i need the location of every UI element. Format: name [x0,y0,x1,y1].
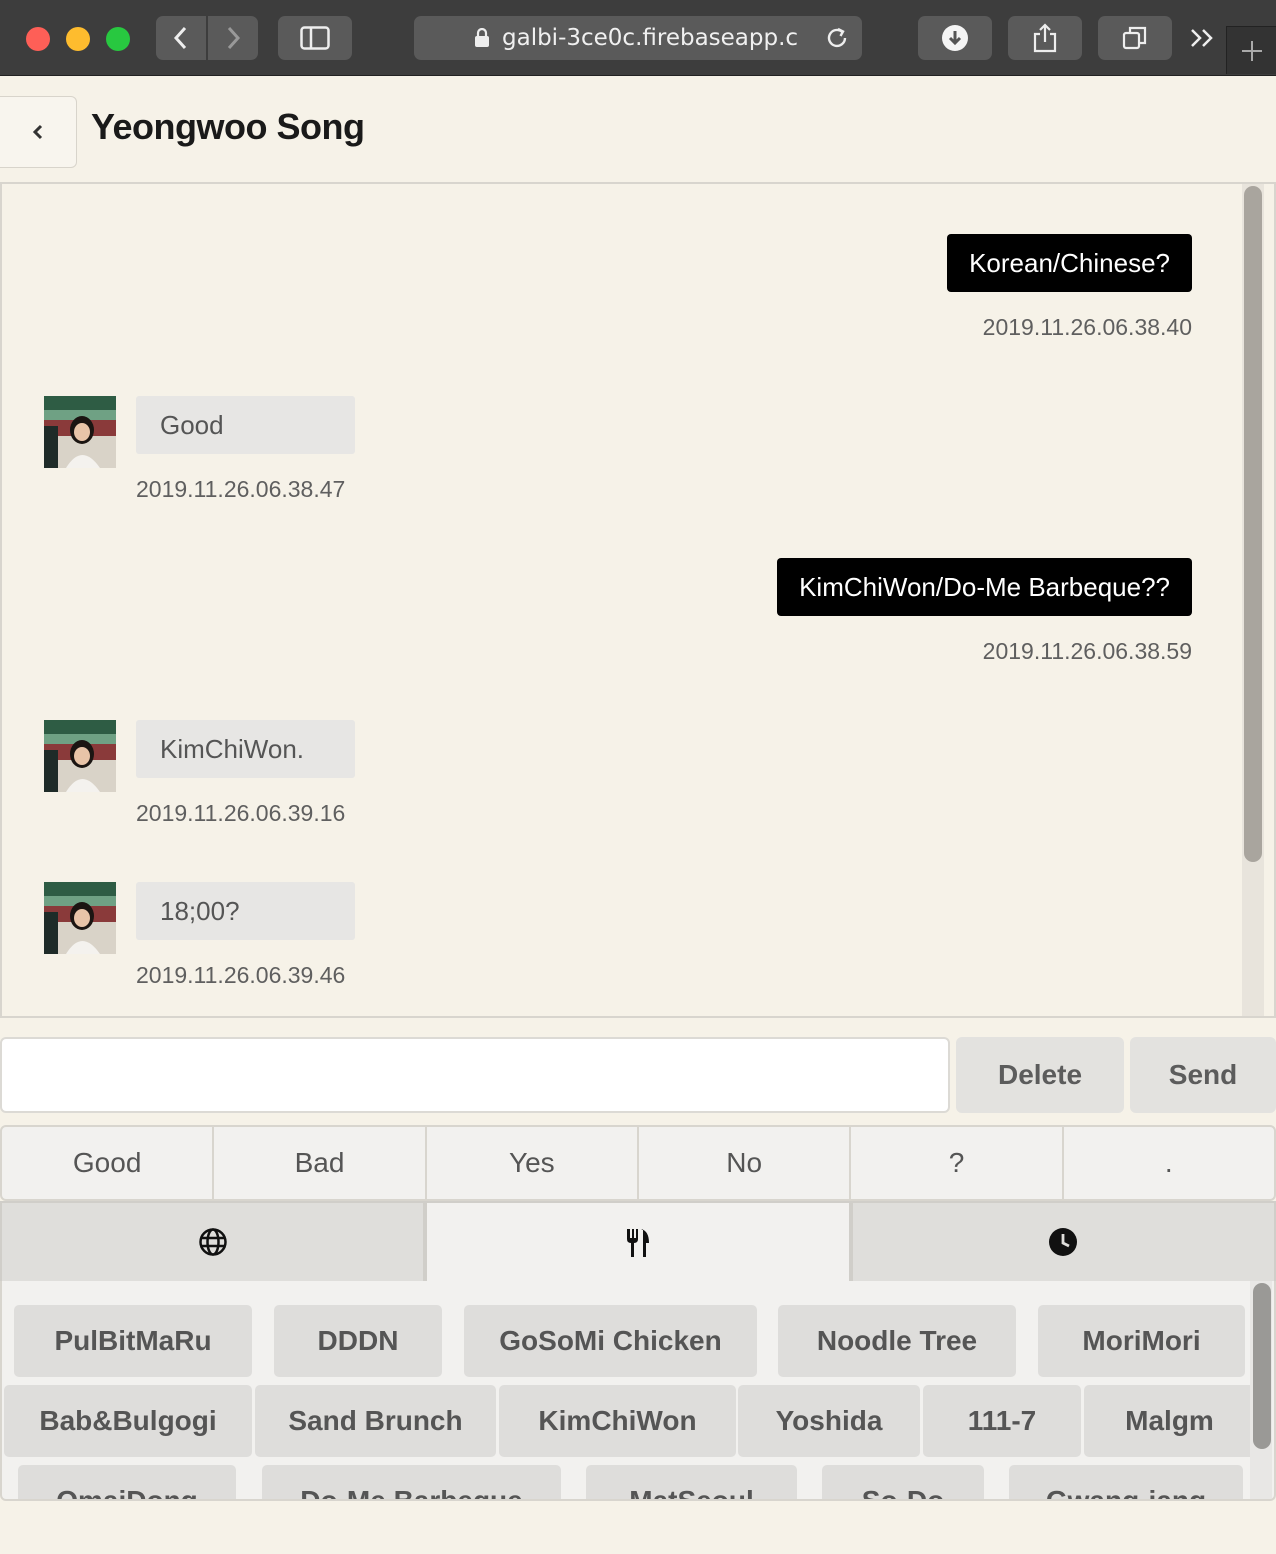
category-tabs [0,1201,1276,1283]
chat-scrollbar-thumb[interactable] [1244,186,1262,862]
double-chevron-right-icon [1191,29,1213,47]
restaurant-button[interactable]: Bab&Bulgogi [4,1385,252,1457]
zoom-window-button[interactable] [106,27,130,51]
utensils-icon [626,1229,649,1257]
minimize-window-button[interactable] [66,27,90,51]
tab-region[interactable] [0,1201,426,1283]
quick-reply-good[interactable]: Good [2,1127,215,1199]
browser-toolbar: galbi-3ce0c.firebaseapp.c [0,0,1276,76]
avatar [44,396,116,468]
send-button[interactable]: Send [1130,1037,1276,1113]
tab-time[interactable] [850,1201,1276,1283]
message-timestamp: 2019.11.26.06.39.46 [136,962,346,988]
back-nav-button[interactable] [156,16,206,60]
chat-partner-name: Yeongwoo Song [91,106,365,147]
message-timestamp: 2019.11.26.06.38.47 [136,476,346,502]
restaurant-button[interactable]: Gwang-jang [1009,1465,1243,1499]
quick-reply-yes[interactable]: Yes [427,1127,639,1199]
avatar [44,882,116,954]
quick-reply-no[interactable]: No [639,1127,852,1199]
chevron-left-icon [173,26,187,50]
message-timestamp: 2019.11.26.06.38.40 [982,314,1192,340]
restaurant-button[interactable]: Yoshida [738,1385,920,1457]
new-tab-button[interactable] [1226,26,1276,74]
close-window-button[interactable] [26,27,50,51]
restaurant-button[interactable]: GoSoMi Chicken [464,1305,757,1377]
more-toolbar-button[interactable] [1186,22,1218,54]
chevron-right-icon [227,26,241,50]
delete-button[interactable]: Delete [956,1037,1124,1113]
share-icon [1033,23,1057,53]
restaurant-button[interactable]: PulBitMaRu [14,1305,252,1377]
tab-restaurants[interactable] [425,1201,851,1283]
downloads-button[interactable] [918,16,992,60]
reload-icon[interactable] [824,25,850,51]
restaurant-button[interactable]: Noodle Tree [778,1305,1016,1377]
clock-icon [1049,1228,1078,1256]
avatar [44,720,116,792]
message-timestamp: 2019.11.26.06.38.59 [982,638,1192,664]
quick-reply-period[interactable]: . [1064,1127,1274,1199]
restaurant-button[interactable]: Sand Brunch [255,1385,496,1457]
tab-overview-button[interactable] [1098,16,1172,60]
restaurant-list[interactable]: PulBitMaRu DDDN GoSoMi Chicken Noodle Tr… [0,1281,1276,1501]
message-timestamp: 2019.11.26.06.39.16 [136,800,346,826]
tabs-icon [1122,26,1147,50]
sidebar-icon [300,26,330,50]
incoming-message: Good [136,396,355,454]
restaurant-button[interactable]: OmaiDong [18,1465,236,1499]
restaurant-button[interactable]: Do-Me Barbeque [262,1465,561,1499]
restaurant-button[interactable]: MatSeoul [586,1465,797,1499]
address-bar[interactable]: galbi-3ce0c.firebaseapp.c [414,16,862,60]
incoming-message: KimChiWon. [136,720,355,778]
restaurant-button[interactable]: So-Do [822,1465,984,1499]
message-input[interactable] [0,1037,950,1113]
forward-nav-button[interactable] [208,16,258,60]
download-icon [942,25,968,51]
chevron-left-icon [32,124,43,140]
chat-messages[interactable]: Korean/Chinese? 2019.11.26.06.38.40 Good… [0,182,1276,1018]
url-text: galbi-3ce0c.firebaseapp.c [502,25,799,51]
lock-icon [475,28,489,47]
outgoing-message: Korean/Chinese? [947,234,1192,292]
globe-icon [198,1228,227,1256]
quick-reply-question[interactable]: ? [851,1127,1064,1199]
restaurant-scrollbar-thumb[interactable] [1253,1283,1271,1449]
sidebar-toggle-button[interactable] [278,16,352,60]
restaurant-button[interactable]: KimChiWon [499,1385,736,1457]
back-button[interactable] [0,96,77,168]
restaurant-button[interactable]: MoriMori [1038,1305,1245,1377]
share-button[interactable] [1008,16,1082,60]
restaurant-button[interactable]: Malgm [1084,1385,1255,1457]
plus-icon [1241,40,1262,61]
quick-reply-bad[interactable]: Bad [214,1127,427,1199]
quick-replies: Good Bad Yes No ? . [0,1125,1276,1201]
restaurant-button[interactable]: DDDN [274,1305,442,1377]
outgoing-message: KimChiWon/Do-Me Barbeque?? [777,558,1192,616]
incoming-message: 18;00? [136,882,355,940]
restaurant-button[interactable]: 111-7 [923,1385,1081,1457]
